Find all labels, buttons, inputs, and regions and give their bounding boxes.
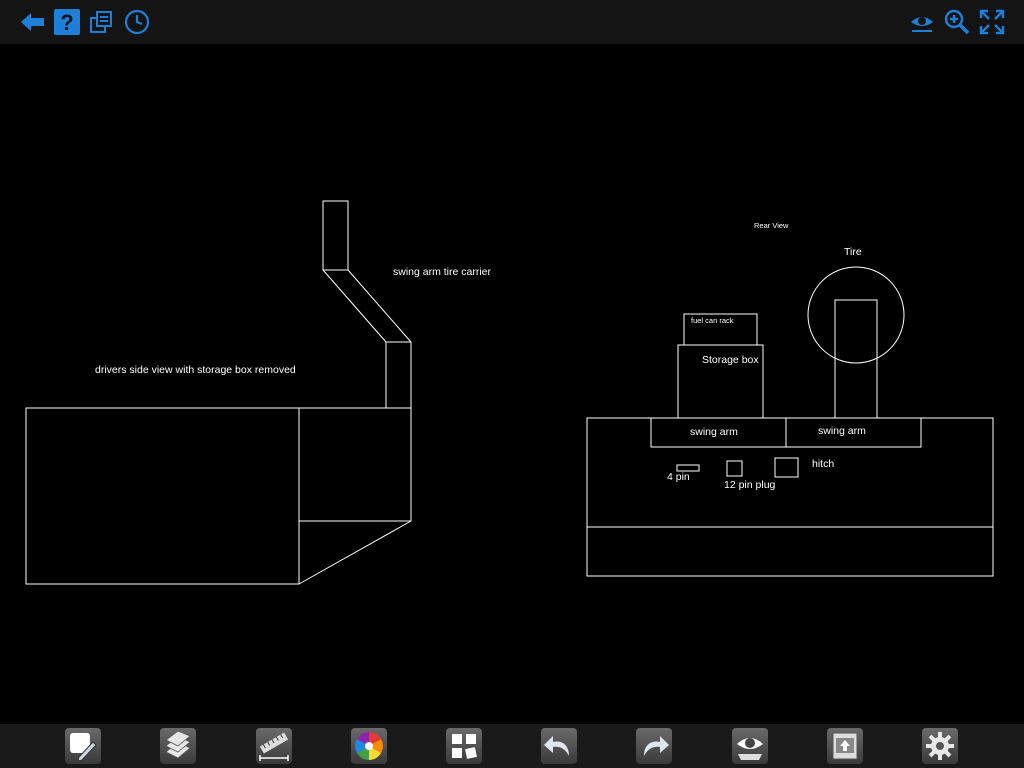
help-icon[interactable]: ?	[53, 8, 81, 36]
zoom-icon[interactable]	[943, 8, 971, 36]
carrier-label: swing arm tire carrier	[393, 266, 492, 278]
carrier-lower-arm	[385, 341, 412, 409]
swing-arm-left-label: swing arm	[690, 426, 738, 438]
layers-icon[interactable]	[160, 728, 196, 764]
top-toolbar: ?	[0, 0, 1024, 44]
carrier-diagonal-arm	[322, 269, 412, 343]
vehicle-body-outline	[25, 407, 300, 585]
fuel-can-label: fuel can rack	[691, 316, 734, 325]
back-arrow-icon[interactable]	[18, 8, 46, 36]
svg-text:?: ?	[60, 10, 73, 35]
vehicle-rear-outline	[298, 407, 412, 585]
color-wheel-icon[interactable]	[351, 728, 387, 764]
tire-circle	[807, 266, 905, 364]
measure-ruler-icon[interactable]	[256, 728, 292, 764]
shapes-grid-icon[interactable]	[446, 728, 482, 764]
hitch-label: hitch	[812, 458, 834, 470]
storage-box-label: Storage box	[702, 354, 759, 366]
carrier-upper-arm	[322, 200, 349, 271]
fullscreen-icon[interactable]	[978, 8, 1006, 36]
rear-view-title: Rear View	[754, 221, 789, 230]
view-mode-icon[interactable]	[732, 728, 768, 764]
tire-mount-post	[834, 299, 878, 419]
draw-tool-icon[interactable]	[65, 728, 101, 764]
undo-icon[interactable]	[541, 728, 577, 764]
twelve-pin-socket	[726, 460, 743, 477]
hitch-receiver	[774, 457, 799, 478]
twelve-pin-label: 12 pin plug	[724, 479, 776, 491]
tire-label: Tire	[844, 246, 862, 258]
history-clock-icon[interactable]	[123, 8, 151, 36]
swing-arm-right-label: swing arm	[818, 425, 866, 437]
view-eye-icon[interactable]	[908, 8, 936, 36]
rear-body-outline	[586, 417, 994, 577]
side-view-caption: drivers side view with storage box remov…	[95, 364, 296, 376]
bottom-toolbar	[0, 724, 1024, 768]
drawing-canvas[interactable]: drivers side view with storage box remov…	[0, 44, 1024, 724]
layers-stack-icon[interactable]	[88, 8, 116, 36]
settings-gear-icon[interactable]	[922, 728, 958, 764]
redo-icon[interactable]	[636, 728, 672, 764]
export-icon[interactable]	[827, 728, 863, 764]
four-pin-label: 4 pin	[667, 471, 690, 483]
